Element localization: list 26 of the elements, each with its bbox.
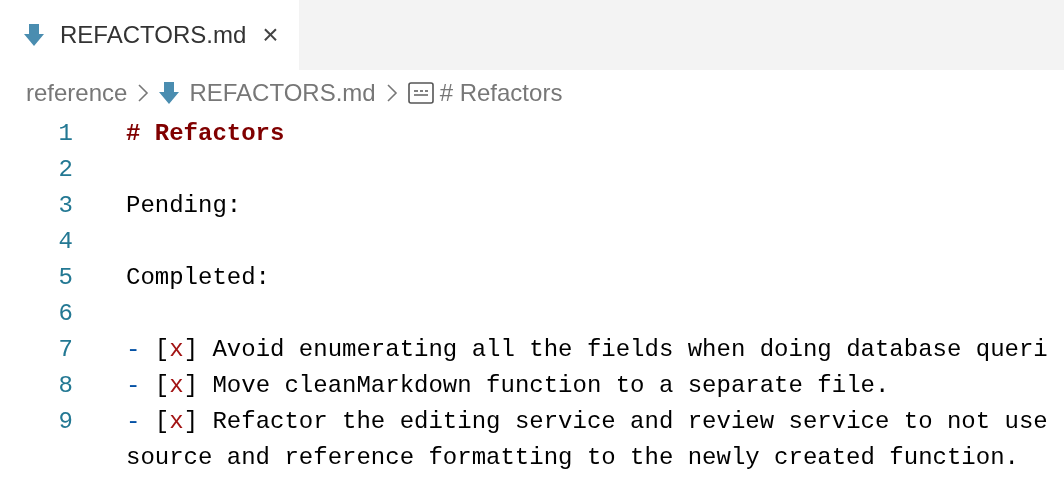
close-button[interactable]: ×	[262, 21, 279, 49]
editor-tab[interactable]: REFACTORS.md ×	[0, 0, 299, 70]
chevron-right-icon	[385, 83, 398, 103]
line-number: 4	[57, 227, 73, 257]
line-number: 2	[57, 155, 73, 185]
line-number: 7	[57, 335, 73, 365]
line-number: 1	[57, 119, 73, 149]
code-line: # Refactors	[126, 119, 285, 149]
breadcrumb-item[interactable]: REFACTORS.md	[189, 75, 376, 111]
code-line: Pending:	[126, 191, 242, 221]
breadcrumb-item[interactable]: # Refactors	[439, 75, 563, 111]
line-number: 3	[57, 191, 73, 221]
markdown-file-icon	[159, 82, 180, 104]
line-number: 5	[57, 263, 73, 293]
code-line: - [x] Move cleanMarkdown function to a separate file.	[126, 371, 890, 401]
line-number: 9	[57, 407, 73, 437]
code-line: source and reference formatting to the newly created function.	[126, 443, 1019, 473]
markdown-file-icon	[24, 24, 44, 46]
code-line: - [x] Refactor the editing service and review service to not use	[126, 407, 1048, 437]
line-number: 6	[57, 299, 73, 329]
line-number: 8	[57, 371, 73, 401]
code-line: - [x] Avoid enumerating all the fields when doing database queri	[126, 335, 1048, 365]
breadcrumb-item[interactable]: reference	[26, 75, 128, 111]
code-line: Completed:	[126, 263, 271, 293]
text-symbol-icon	[407, 82, 434, 104]
chevron-right-icon	[137, 83, 150, 103]
